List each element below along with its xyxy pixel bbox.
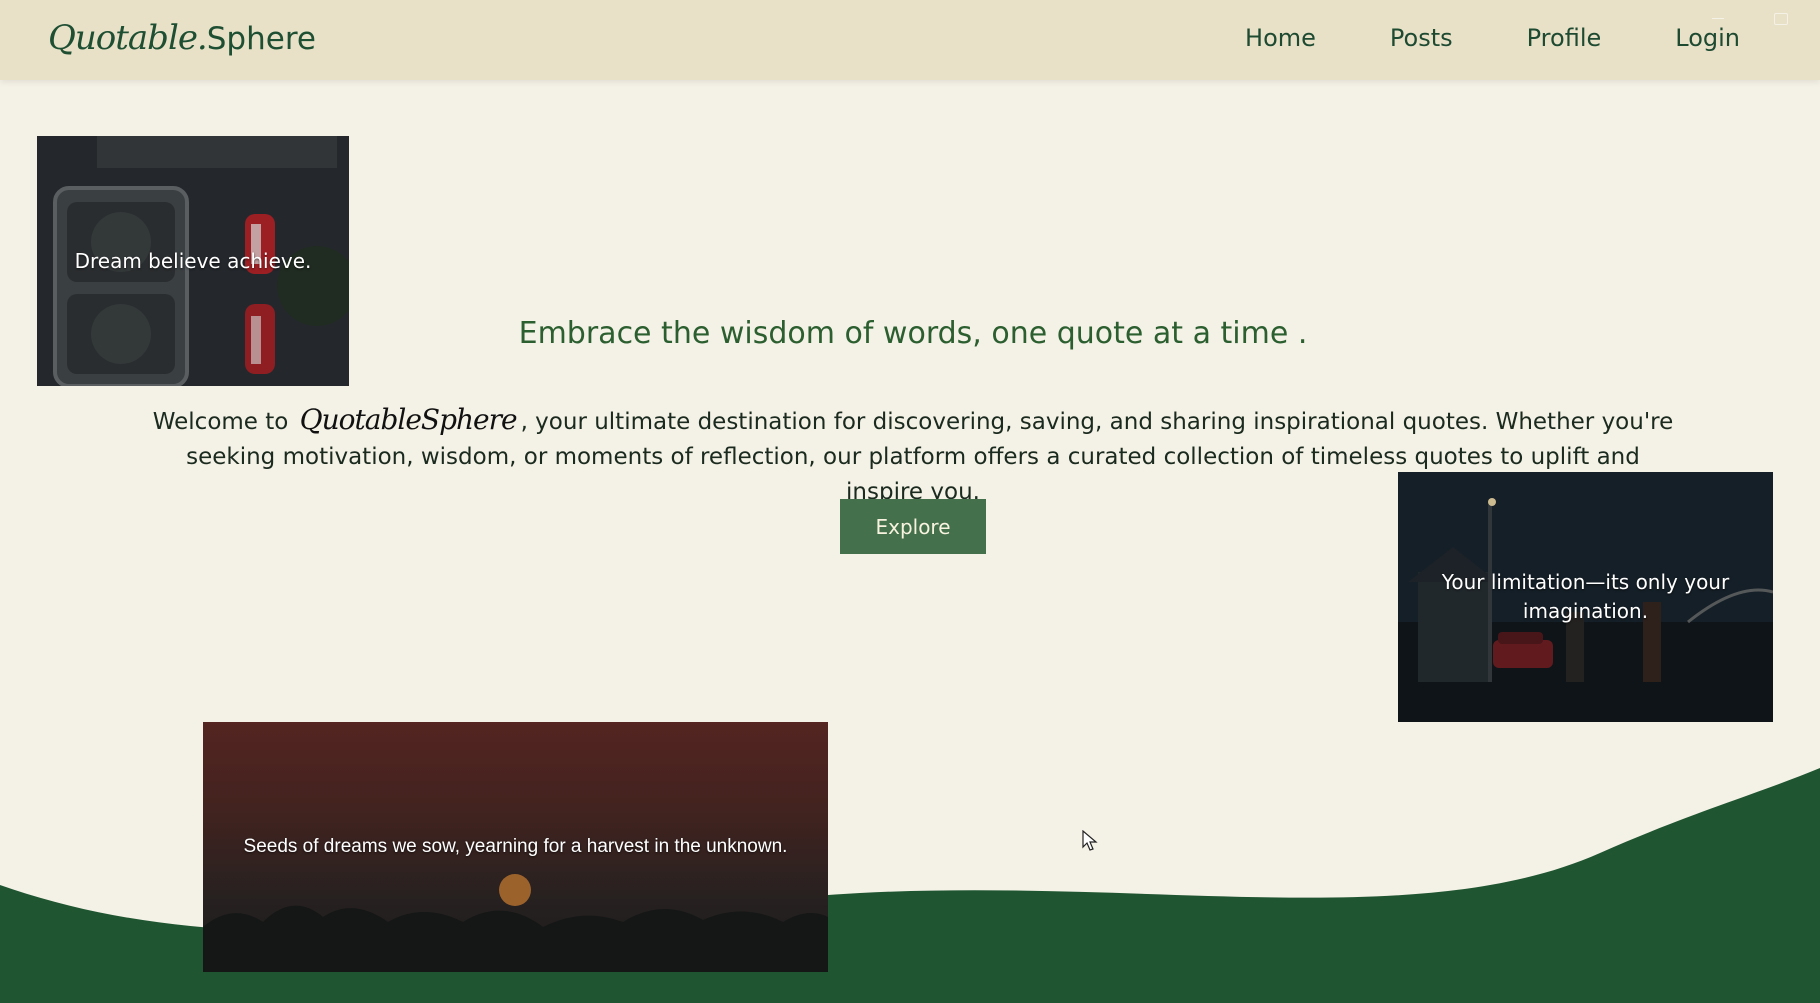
hero-description-brand: QuotableSphere xyxy=(299,403,518,436)
window-maximize-icon[interactable] xyxy=(1774,13,1788,25)
navbar: Quotable.Sphere Home Posts Profile Login xyxy=(0,0,1820,80)
hero-title: Embrace the wisdom of words, one quote a… xyxy=(518,316,1308,351)
quote-text: Dream believe achieve. xyxy=(74,248,312,273)
brand-logo-script: Quotable. xyxy=(48,18,208,58)
window-minimize-icon[interactable] xyxy=(1712,18,1724,29)
landing-page: Quotable.Sphere Home Posts Profile Login xyxy=(0,0,1820,1003)
nav-login-link[interactable]: Login xyxy=(1675,24,1740,52)
hero-description-intro: Welcome to xyxy=(152,409,289,435)
hero-description: Welcome to QuotableSphere, your ultimate… xyxy=(150,402,1676,510)
nav-home-link[interactable]: Home xyxy=(1245,24,1316,52)
quote-card-seeds[interactable]: Seeds of dreams we sow, yearning for a h… xyxy=(203,722,828,972)
nav-posts-link[interactable]: Posts xyxy=(1390,24,1453,52)
quote-text: Seeds of dreams we sow, yearning for a h… xyxy=(243,836,788,858)
nav-profile-link[interactable]: Profile xyxy=(1527,24,1602,52)
brand-logo[interactable]: Quotable.Sphere xyxy=(48,18,316,58)
mouse-pointer-icon xyxy=(1082,830,1098,851)
explore-button[interactable]: Explore xyxy=(840,499,986,554)
brand-logo-sans: Sphere xyxy=(206,21,316,57)
quote-text: Your limitation—its only your imaginatio… xyxy=(1441,570,1730,623)
nav-links: Home Posts Profile Login xyxy=(1245,24,1740,52)
